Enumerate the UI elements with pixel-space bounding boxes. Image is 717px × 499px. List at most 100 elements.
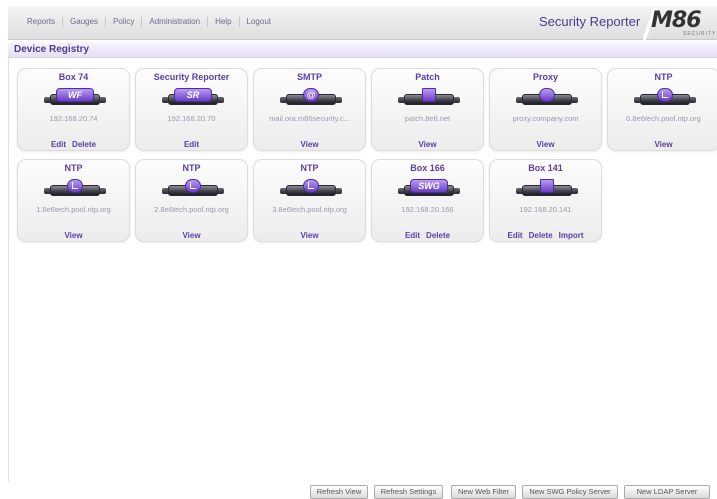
device-title: Patch <box>415 72 440 82</box>
device-tile: Box 166 SWG 192.168.20.166 Edit Delete <box>371 159 484 242</box>
server-icon: WF <box>44 87 106 107</box>
device-address: mail.ora.m86security.c... <box>269 114 350 123</box>
device-address: 192.168.20.166 <box>401 205 454 214</box>
device-address: 192.168.20.74 <box>49 114 98 123</box>
import-link[interactable]: Import <box>559 231 584 240</box>
device-address: 2.8e6tech.pool.ntp.org <box>154 205 229 214</box>
device-tile: Box 74 WF 192.168.20.74 Edit Delete <box>17 68 130 151</box>
device-actions: View <box>490 134 601 152</box>
device-actions: View <box>372 134 483 152</box>
view-link[interactable]: View <box>536 140 554 149</box>
menu-gauges[interactable]: Gauges <box>63 17 107 27</box>
device-badge-icon <box>539 88 555 102</box>
device-title: Proxy <box>532 72 558 82</box>
device-actions: View <box>136 225 247 243</box>
device-title: Box 74 <box>58 72 89 82</box>
server-icon <box>44 178 106 198</box>
device-badge-icon: @ <box>303 88 319 102</box>
server-icon: SWG <box>398 178 460 198</box>
device-title: NTP <box>64 163 83 173</box>
refresh-settings-button[interactable]: Refresh Settings <box>374 485 443 499</box>
device-tile: Box 141 192.168.20.141 Edit Delete Import <box>489 159 602 242</box>
menu-logout[interactable]: Logout <box>240 17 278 27</box>
device-tile: Security Reporter SR 192.168.20.70 Edit <box>135 68 248 151</box>
menu-reports[interactable]: Reports <box>20 17 64 27</box>
server-icon <box>280 178 342 198</box>
device-actions: View <box>18 225 129 243</box>
device-tile: Patch patch.8e6.net View <box>371 68 484 151</box>
new-swg-policy-server-button[interactable]: New SWG Policy Server <box>522 485 618 499</box>
delete-link[interactable]: Delete <box>529 231 553 240</box>
device-badge-icon <box>185 179 201 193</box>
device-actions: Edit <box>136 134 247 152</box>
view-link[interactable]: View <box>654 140 672 149</box>
device-tile: NTP 3.8e6tech.pool.ntp.org View <box>253 159 366 242</box>
new-ldap-server-button[interactable]: New LDAP Server <box>624 485 710 499</box>
m86-logo: M86 SECURITY <box>643 8 717 40</box>
device-actions: Edit Delete Import <box>490 225 601 243</box>
device-address: 0.8e6tech.pool.ntp.org <box>626 114 701 123</box>
view-link[interactable]: View <box>182 231 200 240</box>
device-title: NTP <box>182 163 201 173</box>
view-link[interactable]: View <box>300 231 318 240</box>
logo-subtext: SECURITY <box>683 31 717 37</box>
device-tile: SMTP @ mail.ora.m86security.c... View <box>253 68 366 151</box>
server-icon: SR <box>162 87 224 107</box>
device-address: 192.168.20.141 <box>519 205 572 214</box>
device-actions: View <box>254 225 365 243</box>
menu-help[interactable]: Help <box>208 17 240 27</box>
edit-link[interactable]: Edit <box>51 140 66 149</box>
menu-administration[interactable]: Administration <box>142 17 209 27</box>
page-title: Device Registry <box>8 42 717 58</box>
device-actions: View <box>254 134 365 152</box>
device-title: Box 166 <box>410 163 445 173</box>
left-divider <box>8 58 9 482</box>
device-title: SMTP <box>296 72 322 82</box>
device-address: patch.8e6.net <box>404 114 451 123</box>
logo-text: M86 <box>651 8 702 33</box>
edit-link[interactable]: Edit <box>507 231 522 240</box>
device-address: proxy.company.com <box>512 114 579 123</box>
device-title: NTP <box>300 163 319 173</box>
device-badge-icon <box>303 179 319 193</box>
device-actions: View <box>608 134 717 152</box>
server-icon <box>516 178 578 198</box>
refresh-view-button[interactable]: Refresh View <box>310 485 368 499</box>
view-link[interactable]: View <box>418 140 436 149</box>
device-badge-icon: SR <box>174 88 212 102</box>
main-menu: Reports Gauges Policy Administration Hel… <box>20 17 278 27</box>
device-tile: NTP 2.8e6tech.pool.ntp.org View <box>135 159 248 242</box>
device-tile: Proxy proxy.company.com View <box>489 68 602 151</box>
server-icon <box>162 178 224 198</box>
device-title: Box 141 <box>528 163 563 173</box>
server-icon <box>634 87 696 107</box>
device-tile: NTP 1.8e6tech.pool.ntp.org View <box>17 159 130 242</box>
device-badge-icon: WF <box>56 88 94 102</box>
server-icon <box>398 87 460 107</box>
device-badge-icon <box>422 88 436 102</box>
device-tile: NTP 0.8e6tech.pool.ntp.org View <box>607 68 717 151</box>
device-badge-icon <box>540 179 554 193</box>
device-badge-icon <box>657 88 673 102</box>
new-web-filter-button[interactable]: New Web Filter <box>451 485 516 499</box>
edit-link[interactable]: Edit <box>184 140 199 149</box>
device-address: 192.168.20.70 <box>167 114 216 123</box>
menu-policy[interactable]: Policy <box>106 17 143 27</box>
bottom-button-bar: Refresh View Refresh Settings New Web Fi… <box>8 482 717 499</box>
device-actions: Edit Delete <box>18 134 129 152</box>
server-icon <box>516 87 578 107</box>
delete-link[interactable]: Delete <box>426 231 450 240</box>
top-navigation-bar: Reports Gauges Policy Administration Hel… <box>8 6 717 40</box>
edit-link[interactable]: Edit <box>405 231 420 240</box>
device-title: NTP <box>654 72 673 82</box>
app-title: Security Reporter <box>539 14 641 29</box>
view-link[interactable]: View <box>300 140 318 149</box>
device-address: 3.8e6tech.pool.ntp.org <box>272 205 347 214</box>
view-link[interactable]: View <box>64 231 82 240</box>
device-badge-icon <box>67 179 83 193</box>
delete-link[interactable]: Delete <box>72 140 96 149</box>
device-title: Security Reporter <box>153 72 230 82</box>
device-address: 1.8e6tech.pool.ntp.org <box>36 205 111 214</box>
device-badge-icon: SWG <box>410 179 448 193</box>
server-icon: @ <box>280 87 342 107</box>
